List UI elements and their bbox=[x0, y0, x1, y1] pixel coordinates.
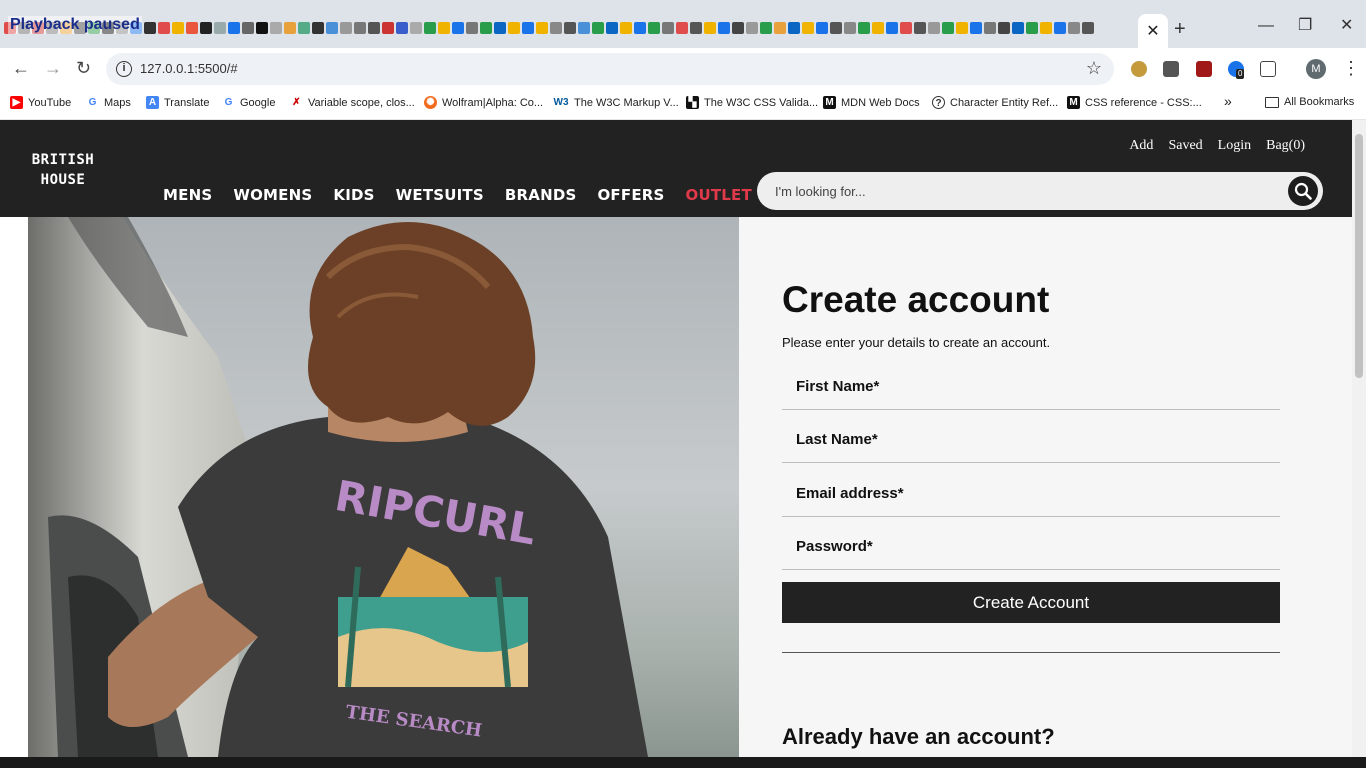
site-header: BRITISH HOUSE MENS WOMENS KIDS WETSUITS … bbox=[0, 120, 1352, 217]
bookmark-css-reference[interactable]: M CSS reference - CSS:... bbox=[1067, 96, 1202, 109]
window-close-icon[interactable]: ✕ bbox=[1340, 16, 1353, 36]
bookmark-star-icon[interactable]: ☆ bbox=[1086, 58, 1102, 79]
all-bookmarks[interactable]: All Bookmarks bbox=[1265, 96, 1354, 108]
mdn-icon: M bbox=[823, 96, 836, 109]
taskbar-edge bbox=[0, 757, 1366, 768]
nav-womens[interactable]: WOMENS bbox=[233, 186, 312, 204]
url-text[interactable]: 127.0.0.1:5500/# bbox=[140, 61, 238, 76]
main-nav: MENS WOMENS KIDS WETSUITS BRANDS OFFERS … bbox=[163, 186, 752, 204]
search-input[interactable] bbox=[775, 172, 1275, 210]
extension-fb-icon[interactable] bbox=[1163, 61, 1179, 77]
google-icon: G bbox=[224, 97, 233, 108]
bookmark-variable-scope[interactable]: ✗ Variable scope, clos... bbox=[290, 96, 415, 109]
already-have-account-heading: Already have an account? bbox=[782, 724, 1055, 749]
email-field bbox=[782, 471, 1280, 517]
bookmark-google[interactable]: G Google bbox=[222, 96, 276, 109]
google-icon: G bbox=[88, 97, 97, 108]
site-info-icon[interactable]: i bbox=[116, 61, 132, 77]
email-input[interactable] bbox=[782, 471, 1280, 516]
folder-icon bbox=[1265, 96, 1279, 108]
tab-favicons[interactable] bbox=[4, 18, 1136, 38]
question-icon: ? bbox=[932, 96, 945, 109]
wolfram-icon: ✺ bbox=[424, 96, 437, 109]
extension-shield-icon[interactable] bbox=[1131, 61, 1147, 77]
bookmark-w3c-css[interactable]: ▚ The W3C CSS Valida... bbox=[686, 96, 818, 109]
css-validator-icon: ▚ bbox=[686, 96, 699, 109]
nav-mens[interactable]: MENS bbox=[163, 186, 212, 204]
bookmark-wolfram[interactable]: ✺ Wolfram|Alpha: Co... bbox=[424, 96, 543, 109]
last-name-field bbox=[782, 417, 1280, 463]
login-link[interactable]: Login bbox=[1218, 138, 1251, 154]
minimize-icon[interactable]: — bbox=[1258, 16, 1274, 36]
page-title: Create account bbox=[782, 279, 1050, 320]
mdn-icon: M bbox=[1067, 96, 1080, 109]
active-tab[interactable]: ✕ bbox=[1138, 14, 1168, 48]
reload-icon[interactable]: ↻ bbox=[76, 58, 91, 78]
site-logo[interactable]: BRITISH HOUSE bbox=[28, 150, 98, 190]
search-icon bbox=[1294, 182, 1312, 200]
search-bar bbox=[757, 172, 1323, 210]
translate-icon: A bbox=[146, 96, 159, 109]
bag-link[interactable]: Bag(0) bbox=[1266, 138, 1305, 154]
create-account-button[interactable]: Create Account bbox=[782, 582, 1280, 623]
nav-kids[interactable]: KIDS bbox=[333, 186, 374, 204]
profile-avatar[interactable]: M bbox=[1306, 59, 1326, 79]
add-link[interactable]: Add bbox=[1129, 138, 1153, 154]
logo-line-2: HOUSE bbox=[40, 172, 86, 188]
bookmark-mdn[interactable]: M MDN Web Docs bbox=[823, 96, 920, 109]
nav-offers[interactable]: OFFERS bbox=[597, 186, 664, 204]
extensions-puzzle-icon[interactable] bbox=[1260, 61, 1276, 77]
restore-icon[interactable]: ❐ bbox=[1298, 16, 1312, 36]
first-name-field bbox=[782, 364, 1280, 410]
form-subtitle: Please enter your details to create an a… bbox=[782, 335, 1051, 350]
address-bar[interactable]: i 127.0.0.1:5500/# ☆ bbox=[106, 53, 1114, 85]
logo-line-1: BRITISH bbox=[31, 152, 95, 168]
nav-outlet[interactable]: OUTLET bbox=[686, 186, 752, 204]
forward-arrow-icon[interactable]: → bbox=[44, 58, 62, 78]
page-scrollbar[interactable] bbox=[1352, 120, 1366, 757]
bookmark-maps[interactable]: G Maps bbox=[86, 96, 131, 109]
bookmarks-overflow-icon[interactable]: » bbox=[1224, 93, 1232, 109]
nav-brands[interactable]: BRANDS bbox=[505, 186, 577, 204]
w3c-icon: W3 bbox=[553, 97, 569, 108]
bookmarks-bar: ▶ YouTube G Maps A Translate G Google ✗ Varia… bbox=[0, 90, 1366, 120]
password-input[interactable] bbox=[782, 524, 1280, 569]
back-arrow-icon[interactable]: ← bbox=[12, 58, 30, 78]
youtube-icon: ▶ bbox=[10, 96, 23, 109]
scrollbar-thumb[interactable] bbox=[1355, 134, 1363, 378]
hero-image: RIPCURL THE SEARCH bbox=[28, 217, 739, 757]
password-field bbox=[782, 524, 1280, 570]
search-button[interactable] bbox=[1288, 176, 1318, 206]
tab-close-icon[interactable]: ✕ bbox=[1146, 21, 1159, 41]
browser-tabstrip: Playback paused ✕ + — ❐ ✕ bbox=[0, 0, 1366, 48]
ublock-icon[interactable] bbox=[1196, 61, 1212, 77]
browser-menu-icon[interactable]: ⋮ bbox=[1342, 58, 1360, 79]
form-divider bbox=[782, 652, 1280, 653]
bookmark-translate[interactable]: A Translate bbox=[146, 96, 209, 109]
extension-badge-count: 0 bbox=[1236, 69, 1245, 79]
first-name-input[interactable] bbox=[782, 364, 1280, 409]
create-account-panel: Create account Please enter your details… bbox=[739, 217, 1352, 757]
nav-wetsuits[interactable]: WETSUITS bbox=[396, 186, 484, 204]
figure-icon: ✗ bbox=[292, 97, 301, 108]
extension-badge-icon[interactable]: 0 bbox=[1228, 61, 1245, 79]
last-name-input[interactable] bbox=[782, 417, 1280, 462]
utility-nav: Add Saved Login Bag(0) bbox=[1129, 138, 1305, 154]
surfer-photo: RIPCURL THE SEARCH bbox=[28, 217, 739, 757]
bookmark-youtube[interactable]: ▶ YouTube bbox=[10, 96, 71, 109]
bookmark-w3c-markup[interactable]: W3 The W3C Markup V... bbox=[553, 96, 679, 109]
new-tab-button[interactable]: + bbox=[1174, 18, 1186, 40]
saved-link[interactable]: Saved bbox=[1168, 138, 1202, 154]
playback-paused-label: Playback paused bbox=[8, 16, 142, 34]
bookmark-character-entity[interactable]: ? Character Entity Ref... bbox=[932, 96, 1058, 109]
